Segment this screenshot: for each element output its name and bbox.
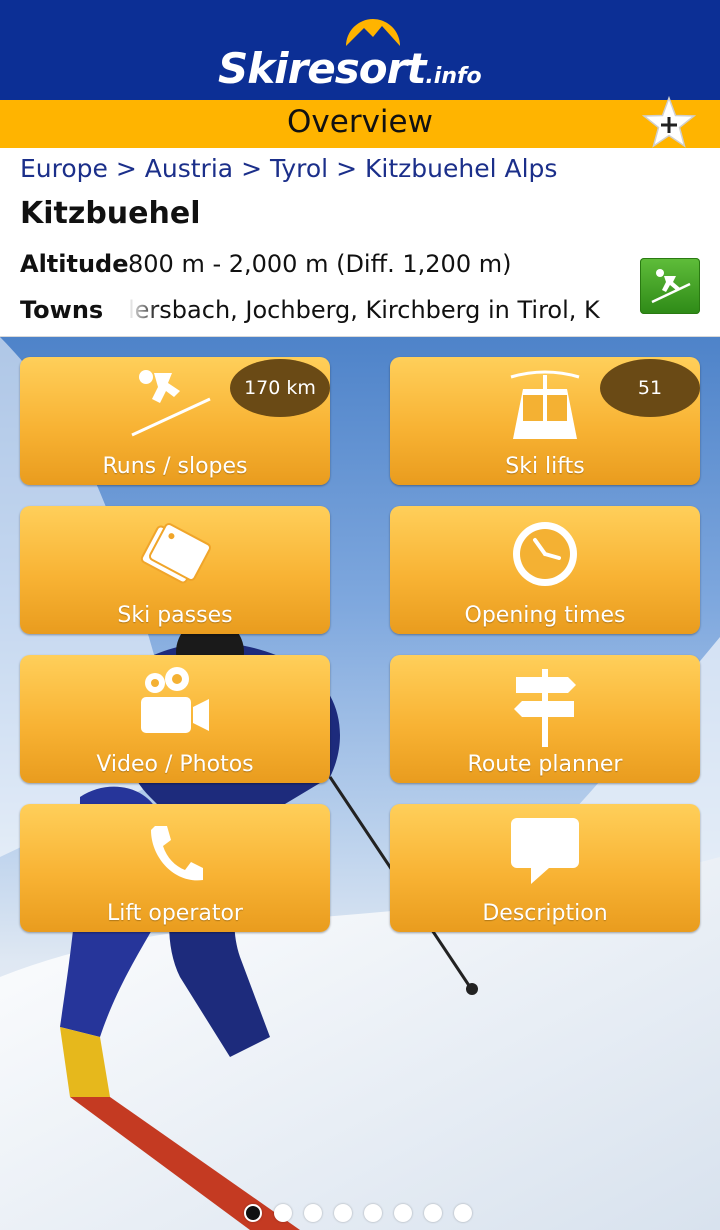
lifts-count-badge: 51 [600,359,700,417]
video-photos-label: Video / Photos [96,752,254,777]
ski-passes-tile[interactable]: Ski passes [20,506,330,634]
page-dot[interactable] [364,1204,382,1222]
speech-bubble-icon [511,818,579,884]
lift-operator-tile[interactable]: Lift operator [20,804,330,932]
breadcrumb-separator: > [241,154,263,183]
page-dot[interactable] [424,1204,442,1222]
skier-icon [651,269,691,304]
gondola-icon [510,370,580,439]
app-header: Skiresort.info [0,0,720,100]
description-label: Description [482,901,608,926]
phone-icon [151,826,203,881]
breadcrumb-item-kitzbuehel-alps[interactable]: Kitzbuehel Alps [365,154,557,183]
breadcrumb-item-austria[interactable]: Austria [145,154,233,183]
clock-icon [513,522,577,586]
ticket-icon [140,523,212,584]
breadcrumb-separator: > [115,154,137,183]
skiresort-logo[interactable]: Skiresort.info [218,8,508,96]
page-dot[interactable] [394,1204,412,1222]
route-planner-label: Route planner [467,752,623,777]
page-title: Overview [287,104,433,140]
breadcrumb: Europe > Austria > Tyrol > Kitzbuehel Al… [20,154,557,183]
ski-lifts-label: Ski lifts [505,454,585,479]
runs-slopes-label: Runs / slopes [102,454,248,479]
altitude-value: 800 m - 2,000 m (Diff. 1,200 m) [128,250,512,278]
breadcrumb-item-tyrol[interactable]: Tyrol [270,154,328,183]
page-dot[interactable] [334,1204,352,1222]
breadcrumb-item-europe[interactable]: Europe [20,154,108,183]
video-photos-tile[interactable]: Video / Photos [20,655,330,783]
page-dot-active[interactable] [244,1204,262,1222]
downhill-skier-icon [131,370,211,437]
runs-slopes-tile[interactable]: 170 km Runs / slopes [20,357,330,485]
sun-mountain-logo-icon [346,19,400,46]
page-dot[interactable] [274,1204,292,1222]
skier-badge[interactable] [640,258,700,314]
video-camera-icon [141,667,209,733]
title-bar: Overview [0,100,720,148]
opening-times-tile[interactable]: Opening times [390,506,700,634]
ski-passes-label: Ski passes [117,603,233,628]
breadcrumb-separator: > [336,154,358,183]
opening-times-label: Opening times [464,603,626,628]
resort-name: Kitzbuehel [20,196,201,231]
logo-text: Skiresort.info [218,44,482,93]
lift-operator-label: Lift operator [107,901,243,926]
ski-lifts-tile[interactable]: 51 Ski lifts [390,357,700,485]
towns-marquee: lersbach, Jochberg, Kirchberg in Tirol, … [128,296,600,324]
favorite-star-plus-icon[interactable] [642,96,696,150]
description-tile[interactable]: Description [390,804,700,932]
towns-label: Towns [20,296,104,324]
page-dot[interactable] [304,1204,322,1222]
altitude-label: Altitude [20,250,129,278]
runs-length-badge: 170 km [230,359,330,417]
signpost-icon [514,669,576,747]
resort-info-panel: Europe > Austria > Tyrol > Kitzbuehel Al… [0,148,720,337]
page-dot[interactable] [454,1204,472,1222]
route-planner-tile[interactable]: Route planner [390,655,700,783]
